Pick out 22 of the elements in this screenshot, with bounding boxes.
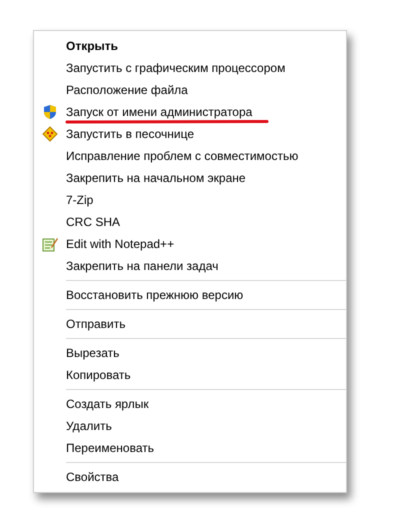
menu-item[interactable]: Копировать [34, 364, 346, 386]
menu-item[interactable]: Переименовать [34, 437, 346, 459]
menu-item[interactable]: Закрепить на панели задач [34, 255, 346, 277]
menu-item[interactable]: Запуск от имени администратора [34, 101, 346, 123]
shield-icon [42, 104, 58, 120]
menu-item[interactable]: Открыть [34, 35, 346, 57]
menu-item[interactable]: Вырезать [34, 342, 346, 364]
menu-item[interactable]: Свойства [34, 466, 346, 488]
menu-item[interactable]: Исправление проблем с совместимостью [34, 145, 346, 167]
menu-item[interactable]: 7-Zip [34, 189, 346, 211]
diamond-icon [42, 126, 58, 142]
menu-item[interactable]: Отправить [34, 313, 346, 335]
menu-item[interactable]: Удалить [34, 415, 346, 437]
menu-item[interactable]: Расположение файла [34, 79, 346, 101]
menu-item[interactable]: Создать ярлык [34, 393, 346, 415]
menu-item[interactable]: Восстановить прежнюю версию [34, 284, 346, 306]
notepad-icon [42, 236, 58, 252]
menu-item[interactable]: CRC SHA [34, 211, 346, 233]
menu-item[interactable]: Запустить с графическим процессором [34, 57, 346, 79]
menu-item[interactable]: Edit with Notepad++ [34, 233, 346, 255]
menu-item[interactable]: Закрепить на начальном экране [34, 167, 346, 189]
menu-item[interactable]: Запустить в песочнице [34, 123, 346, 145]
